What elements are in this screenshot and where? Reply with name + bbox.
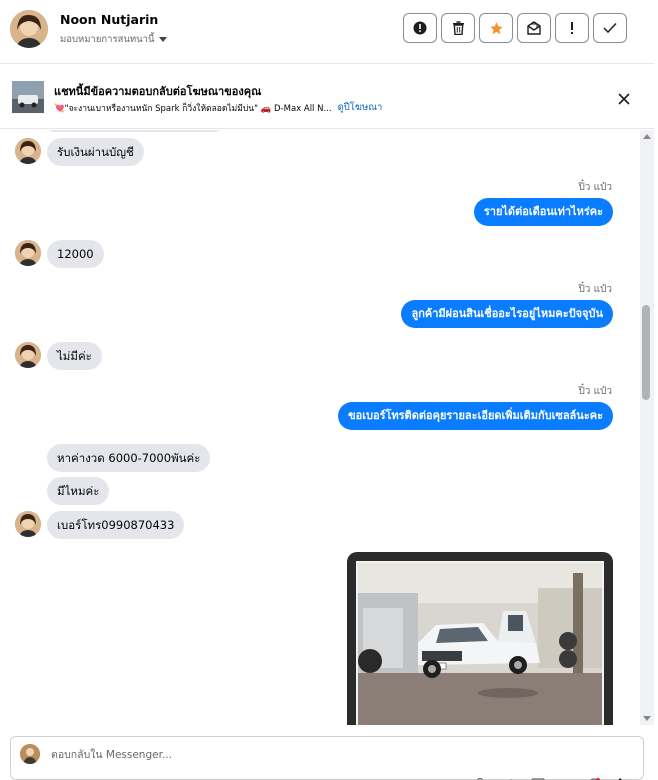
image-button[interactable]	[531, 773, 545, 780]
ad-banner-subtitle: 💘"จะงานเบาหรืองานหนัก Spark ก็วิ่งให้ตลอ…	[54, 100, 382, 115]
message-bubble-incoming	[47, 130, 222, 132]
view-ad-link[interactable]: ดูปีโฆษณา	[338, 100, 383, 115]
ad-text: 💘"จะงานเบาหรืองานหนัก Spark ก็วิ่งให้ตลอ…	[54, 103, 332, 114]
contact-avatar-small	[15, 138, 41, 164]
truck-photo[interactable]	[356, 561, 604, 725]
contact-name[interactable]: Noon Nutjarin	[60, 12, 158, 27]
mail-open-icon	[527, 21, 541, 35]
star-icon	[489, 21, 503, 34]
contact-avatar[interactable]	[10, 10, 48, 48]
assign-label: มอบหมายการสนทนานี้	[60, 34, 155, 45]
message-bubble-outgoing: ขอเบอร์โทรติดต่อคุยรายละเอียดเพิ่มเติมกั…	[338, 402, 613, 430]
mark-important-button[interactable]	[403, 13, 437, 43]
notification-button[interactable]	[587, 773, 601, 780]
ad-reply-banner: แชทนี้มีข้อความตอบกลับต่อโฆษณาของคุณ 💘"จ…	[0, 65, 654, 129]
done-button[interactable]	[593, 13, 627, 43]
add-attachment-button[interactable]	[475, 773, 489, 780]
message-bubble-incoming: มีไหมค่ะ	[47, 477, 110, 505]
message-bubble-outgoing: ลูกค้ามีผ่อนสินเชื่ออะไรอยู่ไหมคะปัจจุบั…	[401, 300, 613, 328]
message-bubble-incoming: 12000	[47, 240, 104, 268]
star-button[interactable]	[479, 13, 513, 43]
message-bubble-incoming: รับเงินผ่านบัญชี	[47, 138, 144, 166]
message-bubble-outgoing: รายได้ต่อเดือนเท่าไหร่คะ	[473, 198, 613, 226]
reply-composer	[10, 736, 644, 780]
like-button[interactable]	[615, 773, 629, 780]
check-icon	[603, 22, 617, 34]
sender-name: ปิ๋ว แป๋ว	[578, 182, 612, 193]
alert-circle-icon	[413, 21, 427, 35]
contact-avatar-small	[15, 342, 41, 368]
trash-icon	[452, 21, 464, 35]
caret-down-icon	[158, 37, 167, 42]
sender-name: ปิ๋ว แป๋ว	[578, 284, 612, 295]
message-bubble-incoming: ไม่มีค่ะ	[47, 342, 102, 370]
page-avatar	[20, 744, 40, 764]
reply-input[interactable]	[51, 745, 451, 765]
contact-avatar-small	[15, 511, 41, 537]
scroll-up-arrow-icon[interactable]	[643, 134, 651, 139]
exclamation-icon	[571, 22, 573, 34]
sender-name: ปิ๋ว แป๋ว	[578, 386, 612, 397]
ad-thumbnail[interactable]	[12, 81, 44, 113]
assign-conversation-dropdown[interactable]: มอบหมายการสนทนานี้	[60, 32, 167, 47]
contact-avatar-small	[15, 240, 41, 266]
message-bubble-incoming: หาค่างวด 6000-7000พันค่ะ	[47, 444, 211, 472]
delete-button[interactable]	[441, 13, 475, 43]
close-icon	[618, 93, 630, 105]
message-thread[interactable]: รับเงินผ่านบัญชี ปิ๋ว แป๋ว รายได้ต่อเดือ…	[0, 130, 640, 725]
conversation-header: Noon Nutjarin มอบหมายการสนทนานี้	[0, 0, 654, 64]
ad-banner-title: แชทนี้มีข้อความตอบกลับต่อโฆษณาของคุณ	[54, 85, 262, 98]
mark-unread-button[interactable]	[517, 13, 551, 43]
close-ad-banner-button[interactable]	[612, 87, 636, 111]
spam-button[interactable]	[555, 13, 589, 43]
scroll-down-arrow-icon[interactable]	[643, 716, 651, 721]
message-image-attachment[interactable]	[347, 552, 613, 725]
thread-scrollbar[interactable]	[640, 130, 654, 725]
emoji-button[interactable]	[559, 773, 573, 780]
tag-button[interactable]	[503, 773, 517, 780]
message-bubble-incoming: เบอร์โทร0990870433	[47, 511, 185, 539]
scrollbar-thumb[interactable]	[642, 305, 650, 400]
